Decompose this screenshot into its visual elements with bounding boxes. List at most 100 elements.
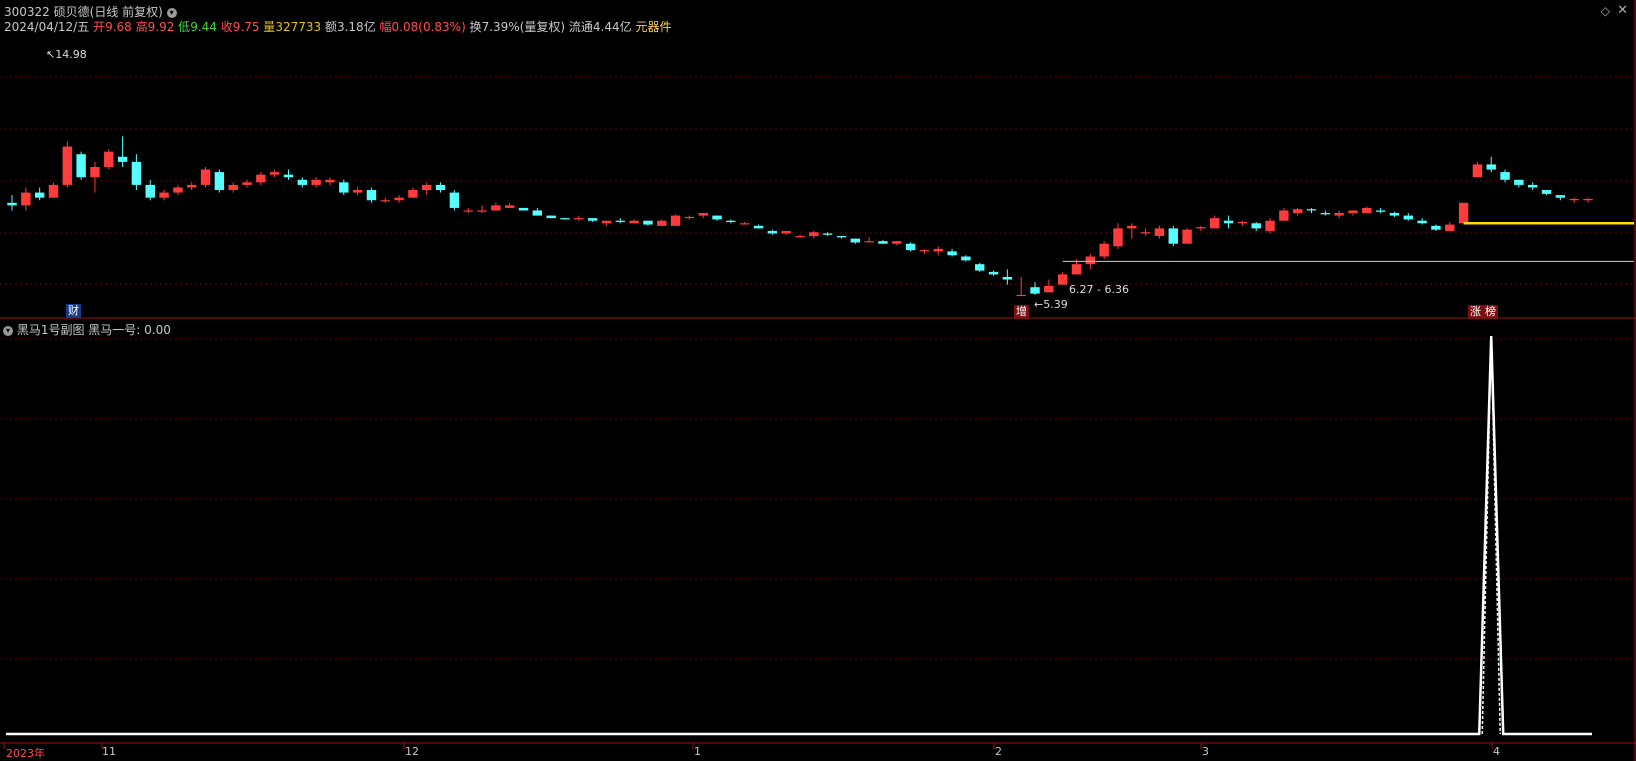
badge-zhang[interactable]: 涨 [1468,305,1483,319]
candle-body [546,215,556,219]
candle-body [629,220,639,224]
candle-body [1002,276,1013,280]
candle-body [1099,243,1109,257]
sub-series-value: 0.00 [144,323,171,337]
candle-body [850,238,860,243]
candle-body [615,220,625,222]
amount-label: 额 [324,20,337,34]
candle-body [1514,179,1524,185]
candle-body [587,218,598,221]
candle-body [48,184,59,198]
low-marker: ←5.39 [1034,298,1068,311]
candle-body [504,205,515,208]
turnover: 换7.39%(量复权) [469,20,566,34]
candle-body [1541,190,1552,194]
candle-body [670,215,681,226]
candle-body [325,179,335,183]
candle-body [1348,210,1358,214]
candle-body [283,174,294,178]
candle-body [919,250,930,252]
candle-body [1320,213,1331,215]
candle-body [574,218,584,220]
candle-body [1362,207,1372,214]
badge-cai[interactable]: 财 [66,304,81,318]
candle-body [961,256,971,261]
candle-body [1113,228,1123,247]
candle-body [145,184,155,198]
dropdown-icon[interactable]: ▾ [166,7,177,18]
candle-body [90,167,100,178]
candle-body [1292,209,1303,214]
candle-body [1223,220,1234,224]
candle-body [408,190,418,198]
candle-body [34,192,45,198]
diamond-icon[interactable]: ◇ [1601,4,1610,18]
candle-body [339,182,349,193]
candle-body [518,207,529,211]
candle-body [1127,225,1137,229]
x-tick-label: 2023年 [6,747,45,760]
candle-body [781,230,791,234]
candle-body [864,241,874,243]
change-value: 0.08(0.83%) [391,20,466,34]
candle-body [740,223,750,225]
change-label: 幅 [379,20,392,34]
sub-series-label: 黑马一号: [88,323,141,337]
candle-body [62,146,72,185]
candle-body [7,202,17,206]
candle-body [366,190,377,201]
candle-body [933,248,943,252]
low-value: 9.44 [190,20,217,34]
volume-value: 327733 [275,20,322,34]
x-tick-label: 12 [405,745,419,758]
badge-bang[interactable]: 榜 [1483,305,1498,319]
candle-body [104,151,114,167]
candle-body [601,220,612,224]
candle-body [1279,210,1289,221]
candle-body [131,161,142,185]
float-cap: 流通4.44亿 [568,20,632,34]
candle-body [380,200,390,202]
candle-body [21,192,31,206]
candle-body [1445,224,1455,231]
candle-body [1154,228,1165,237]
low-label: 低 [178,20,191,34]
candle-body [1583,198,1593,201]
close-label: 收 [220,20,233,34]
dropdown-icon[interactable]: ▾ [3,325,13,336]
candle-body [1237,221,1248,224]
candle-body [1210,218,1220,229]
candle-body [1458,202,1469,224]
chart-frame [0,0,1636,761]
candle-body [297,179,308,185]
candle-body [809,232,819,237]
x-tick-label: 2 [995,745,1002,758]
x-tick-label: 1 [694,745,701,758]
candle-body [463,210,473,212]
sub-chart-title: 黑马1号副图 [16,323,85,337]
close-icon[interactable]: ✕ [1617,3,1628,18]
candle-body [76,154,86,178]
sector-name: 元器件 [635,20,672,34]
candle-body [1071,264,1082,275]
candle-body [1196,227,1206,229]
candle-body [726,220,736,222]
high-value: 9.92 [147,20,175,34]
stock-name: 硕贝德 [53,5,90,19]
candle-body [173,187,183,193]
x-tick-label: 3 [1202,745,1209,758]
candle-body [1431,225,1441,230]
candle-body [1030,287,1040,294]
candle-body [753,225,764,229]
candle-body [228,184,238,191]
candle-body [988,271,999,275]
candle-body [767,230,778,234]
candle-body [242,182,252,185]
candle-body [878,241,888,244]
badge-zeng[interactable]: 增 [1014,305,1029,319]
range-label: 6.27 - 6.36 [1069,283,1129,296]
candle-body [975,264,985,271]
sub-chart-header: ▾ 黑马1号副图 黑马一号: 0.00 [3,321,171,338]
candle-body [1389,213,1400,216]
sub-series-line [6,335,1592,736]
